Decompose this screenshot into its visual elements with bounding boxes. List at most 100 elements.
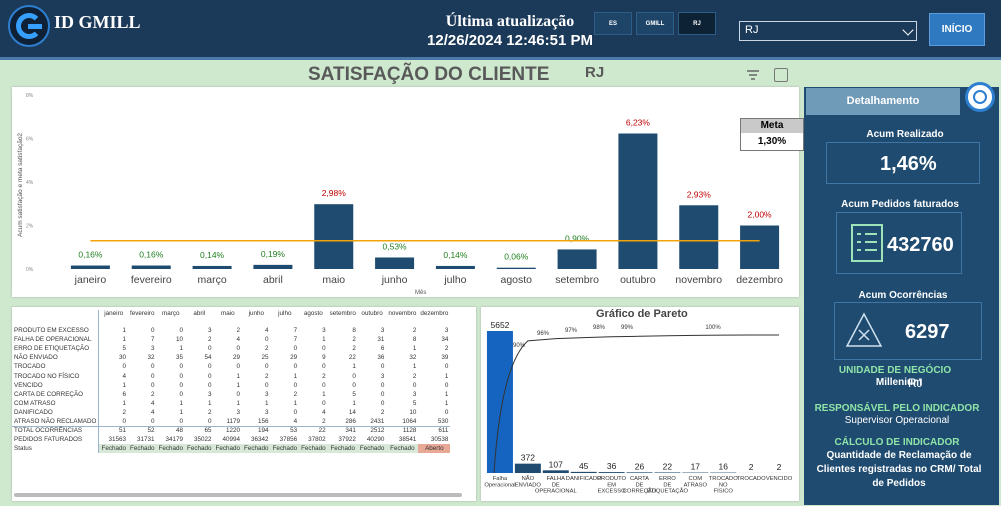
- data-label: 0,90%: [565, 233, 590, 243]
- table-cell: 38541: [386, 435, 418, 444]
- table-row: DANIFICADO24123304142100: [12, 408, 450, 417]
- table-cell: 2: [128, 390, 157, 399]
- table-cell: 2: [242, 344, 271, 353]
- table-cell: 1: [299, 390, 328, 399]
- table-cell: 530: [418, 417, 450, 426]
- table-cell: 7: [271, 326, 300, 335]
- table-cell: 0: [157, 381, 186, 390]
- table-row: COM ATRASO141111101051: [12, 399, 450, 408]
- tab-gmill[interactable]: GMILL: [636, 12, 674, 35]
- table-cell: 22: [299, 426, 328, 435]
- table-cell: 2: [328, 344, 358, 353]
- bar-setembro: [558, 249, 597, 269]
- x-tick-label: fevereiro: [131, 274, 172, 286]
- table-cell: janeiro: [99, 310, 128, 326]
- region-select[interactable]: RJ: [739, 21, 917, 41]
- table-cell: 0: [358, 399, 387, 408]
- pareto-category: VENCIDO: [766, 476, 793, 482]
- table-cell: Fechado: [271, 444, 300, 453]
- table-cell: 156: [242, 417, 271, 426]
- table-cell: 2: [358, 408, 387, 417]
- target-icon: [965, 82, 995, 112]
- table-cell: maio: [214, 310, 243, 326]
- expand-icon[interactable]: [774, 68, 788, 82]
- table-cell: 0: [299, 344, 328, 353]
- table-cell: 194: [242, 426, 271, 435]
- table-cell: 0: [214, 362, 243, 371]
- table-cell: 0: [128, 371, 157, 380]
- bar-novembro: [679, 205, 718, 269]
- table-cell: 5: [328, 390, 358, 399]
- table-cell: 25: [242, 353, 271, 362]
- responsible-label: RESPONSÁVEL PELO INDICADOR: [812, 403, 982, 414]
- table-cell: 0: [214, 390, 243, 399]
- table-cell: 0: [128, 362, 157, 371]
- table-cell: 1: [99, 335, 128, 344]
- pareto-bar: [654, 472, 680, 473]
- responsible-value: Supervisor Operacional: [812, 415, 982, 426]
- pareto-category: DE: [552, 482, 560, 488]
- row-label: DANIFICADO: [12, 408, 99, 417]
- table-cell: abril: [185, 310, 214, 326]
- y-tick-label: 6%: [26, 137, 34, 143]
- table-cell: 1: [214, 381, 243, 390]
- table-cell: 0: [157, 326, 186, 335]
- table-cell: 8: [328, 326, 358, 335]
- table-cell: 0: [128, 381, 157, 390]
- bar-dezembro: [740, 226, 779, 270]
- ocorrencias-label: Acum Ocorrências: [838, 290, 968, 301]
- table-cell: 7: [271, 335, 300, 344]
- table-cell: 1: [299, 335, 328, 344]
- table-cell: 0: [358, 362, 387, 371]
- pareto-bar: [487, 331, 513, 473]
- bar-julho: [436, 266, 475, 269]
- x-tick-label: outubro: [620, 274, 656, 286]
- table-row: StatusFechadoFechadoFechadoFechadoFechad…: [12, 444, 450, 453]
- table-cell: 7: [128, 335, 157, 344]
- update-time: 12/26/2024 12:46:51 PM: [420, 32, 600, 49]
- table-cell: 3: [358, 326, 387, 335]
- table-cell: 3: [185, 326, 214, 335]
- tab-rj[interactable]: RJ: [678, 12, 716, 35]
- tab-es[interactable]: ES: [594, 12, 632, 35]
- table-cell: 0: [328, 371, 358, 380]
- pareto-value: 26: [635, 461, 645, 471]
- table-cell: 0: [271, 381, 300, 390]
- table-row: TROCADO NO FÍSICO400012120321: [12, 371, 450, 380]
- row-label: [12, 310, 99, 326]
- data-label: 2,93%: [687, 189, 712, 199]
- table-cell: 341: [328, 426, 358, 435]
- pareto-value: 36: [607, 461, 617, 471]
- table-cell: 51: [99, 426, 128, 435]
- table-cell: 37802: [299, 435, 328, 444]
- table-row: PRODUTO EM EXCESSO100324738323: [12, 326, 450, 335]
- table-cell: 9: [299, 353, 328, 362]
- table-cell: 32: [128, 353, 157, 362]
- table-row: VENCIDO100010000000: [12, 381, 450, 390]
- filter-icon[interactable]: [746, 68, 760, 82]
- table-cell: 1: [214, 371, 243, 380]
- row-label: VENCIDO: [12, 381, 99, 390]
- table-cell: 0: [271, 362, 300, 371]
- table-cell: 1: [386, 344, 418, 353]
- row-label: Status: [12, 444, 99, 453]
- table-row: ERRO DE ETIQUETAÇÃO531002002612: [12, 344, 450, 353]
- table-cell: 1: [271, 371, 300, 380]
- home-button[interactable]: INÍCIO: [929, 13, 985, 46]
- table-row: PEDIDOS FATURADOS31563317313417935022409…: [12, 435, 450, 444]
- table-cell: 0: [271, 408, 300, 417]
- table-cell: 286: [328, 417, 358, 426]
- table-cell: 0: [128, 417, 157, 426]
- x-tick-label: janeiro: [74, 274, 107, 286]
- table-scrollbar[interactable]: [14, 493, 462, 497]
- page-title-region: RJ: [585, 64, 604, 81]
- table-cell: 40290: [358, 435, 387, 444]
- table-cell: 31563: [99, 435, 128, 444]
- bar-maio: [314, 204, 353, 269]
- meta-value: 1,30%: [741, 133, 803, 151]
- table-cell: 1: [271, 399, 300, 408]
- data-label: 6,23%: [626, 117, 651, 127]
- table-cell: 4: [128, 408, 157, 417]
- pareto-category: ATRASO: [684, 482, 708, 488]
- pedidos-label: Acum Pedidos faturados: [830, 199, 970, 210]
